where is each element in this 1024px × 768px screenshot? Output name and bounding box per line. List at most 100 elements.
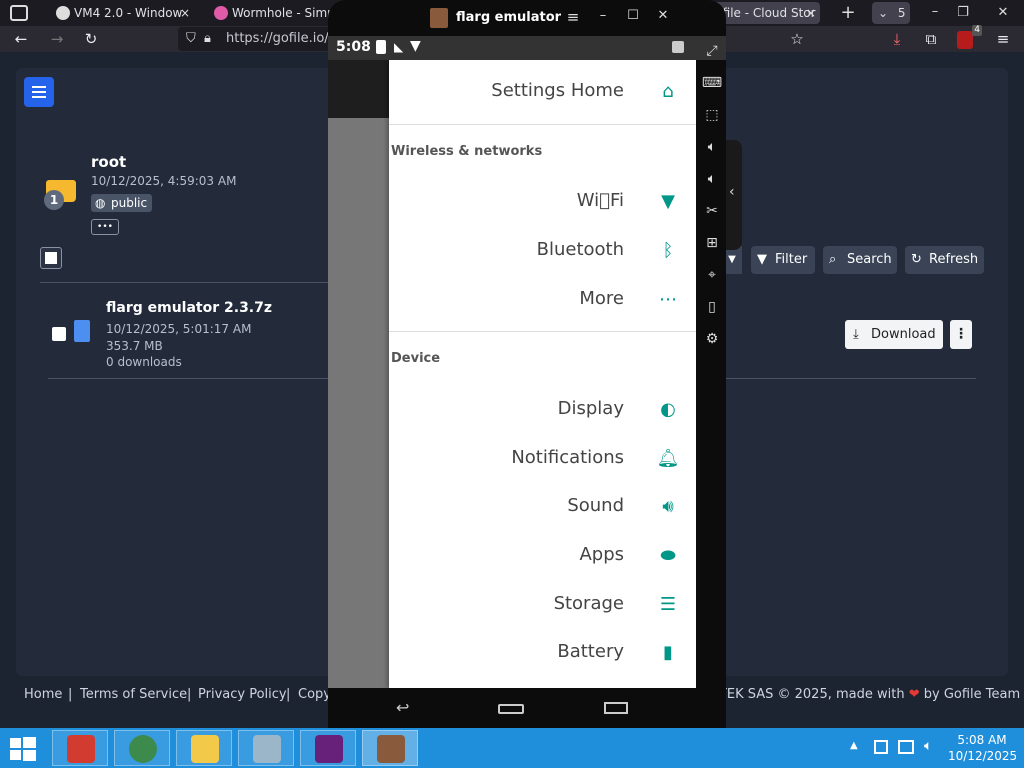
file-name[interactable]: flarg emulator 2.3.7z bbox=[106, 300, 272, 316]
taskbar-app-6[interactable] bbox=[362, 730, 418, 766]
search-button[interactable]: ⌕ Search bbox=[823, 246, 897, 274]
storage-icon[interactable]: ☰ bbox=[656, 593, 680, 617]
back-arrow-icon[interactable]: ← bbox=[10, 29, 32, 49]
network-error-icon[interactable] bbox=[874, 740, 888, 754]
footer-link-home[interactable]: Home bbox=[24, 680, 62, 710]
downloads-icon[interactable]: ⤓ bbox=[886, 29, 908, 49]
refresh-icon: ↻ bbox=[911, 252, 922, 267]
hamburger-icon-line bbox=[32, 91, 46, 93]
restore-window-button[interactable]: ❐ bbox=[952, 2, 974, 24]
drawer-item-wifi[interactable]: Wi Fi bbox=[577, 190, 624, 211]
brightness-icon[interactable]: ◐ bbox=[656, 398, 680, 422]
tab-list-icon[interactable] bbox=[10, 5, 28, 21]
drawer-item-sound[interactable]: Sound bbox=[567, 495, 624, 516]
fullscreen-icon[interactable]: ⤢ bbox=[701, 40, 723, 62]
android-back-icon[interactable]: ↩ bbox=[396, 698, 409, 717]
extensions-icon[interactable]: ⧉ bbox=[920, 29, 942, 49]
tab-label: VM4 2.0 - Window bbox=[74, 6, 183, 20]
taskbar-app-3[interactable] bbox=[176, 730, 232, 766]
drawer-item-battery[interactable]: Battery bbox=[557, 641, 624, 662]
taskbar-app-4[interactable] bbox=[238, 730, 294, 766]
tray-clock[interactable]: 5:08 AM 10/12/2025 bbox=[948, 732, 1017, 764]
reload-icon[interactable]: ↻ bbox=[80, 29, 102, 49]
visibility-badge: ◍ public bbox=[91, 194, 153, 212]
drawer-item-display[interactable]: Display bbox=[558, 398, 624, 419]
tab-overflow-button[interactable]: ⌄ 5 bbox=[872, 2, 910, 24]
bluetooth-icon[interactable]: ᛒ bbox=[656, 239, 680, 263]
volume-down-icon[interactable]: 🔈︎ bbox=[701, 168, 723, 190]
download-button[interactable]: ⤓ Download bbox=[845, 320, 943, 349]
section-device: Device bbox=[391, 351, 441, 366]
taskbar-app-2[interactable] bbox=[114, 730, 170, 766]
select-all-checkbox[interactable] bbox=[40, 247, 62, 269]
filter-button[interactable]: ▼ Filter bbox=[751, 246, 815, 274]
apk-install-icon[interactable]: ⬚ bbox=[701, 104, 723, 126]
taskbar-app-5[interactable] bbox=[300, 730, 356, 766]
more-dots-icon[interactable]: ⋯ bbox=[656, 288, 680, 312]
emulator-close-icon[interactable]: ✕ bbox=[654, 8, 672, 28]
add-window-icon[interactable]: ⊞ bbox=[701, 232, 723, 254]
display-icon[interactable] bbox=[898, 740, 914, 754]
android-icon[interactable]: ⬬ bbox=[656, 544, 680, 568]
close-window-button[interactable]: ✕ bbox=[992, 2, 1014, 24]
refresh-button[interactable]: ↻ Refresh bbox=[905, 246, 984, 274]
drawer-header-title[interactable]: Settings Home bbox=[491, 80, 624, 101]
background-scrim[interactable] bbox=[328, 60, 389, 688]
scissors-icon[interactable]: ✂ bbox=[701, 200, 723, 222]
flarg-app-icon bbox=[377, 735, 405, 763]
volume-icon[interactable]: 🔊︎ bbox=[656, 495, 680, 519]
android-status-bar: 5:08 ◣ ▼ bbox=[328, 36, 726, 60]
wifi-icon[interactable]: ▼ bbox=[656, 190, 680, 214]
android-home-icon[interactable] bbox=[498, 704, 524, 714]
battery-icon[interactable]: ▮ bbox=[656, 641, 680, 665]
folder-more-button[interactable]: ••• bbox=[91, 219, 119, 235]
minimize-window-button[interactable]: – bbox=[924, 2, 946, 24]
drawer-item-storage[interactable]: Storage bbox=[554, 593, 624, 614]
volume-up-icon[interactable]: 🔈︎ bbox=[701, 136, 723, 158]
shake-icon[interactable]: ▯ bbox=[701, 296, 723, 318]
forward-arrow-icon[interactable]: → bbox=[46, 29, 68, 49]
footer-link-privacy[interactable]: Privacy Policy bbox=[198, 680, 287, 710]
tray-expand-icon[interactable]: ▲ bbox=[850, 740, 858, 751]
start-button[interactable] bbox=[8, 736, 38, 762]
emulator-minimize-icon[interactable]: – bbox=[594, 8, 612, 28]
chevron-left-icon: ‹ bbox=[729, 184, 735, 200]
drawer-item-bluetooth[interactable]: Bluetooth bbox=[537, 239, 624, 260]
volume-muted-icon[interactable]: 🔈︎ bbox=[924, 738, 932, 754]
settings-gear-icon[interactable]: ⚙ bbox=[701, 328, 723, 350]
footer-link-tos[interactable]: Terms of Service bbox=[80, 680, 187, 710]
emulator-title: flarg emulator bbox=[456, 10, 562, 25]
ublock-icon[interactable]: 4 bbox=[954, 25, 982, 49]
download-icon: ⤓ bbox=[853, 327, 859, 342]
close-icon[interactable]: × bbox=[180, 2, 190, 24]
collapse-toolbar-tab[interactable]: ‹ bbox=[726, 140, 742, 250]
home-icon[interactable]: ⌂ bbox=[656, 80, 680, 104]
bell-icon[interactable]: 🔔︎ bbox=[656, 447, 680, 471]
emulator-maximize-icon[interactable]: ☐ bbox=[624, 8, 642, 28]
heart-icon: ❤ bbox=[908, 687, 920, 702]
url-bar[interactable]: ⛉ 🔒︎ https://gofile.io/d bbox=[178, 27, 338, 51]
filter-label: Filter bbox=[775, 252, 808, 267]
hamburger-menu-icon[interactable]: ≡ bbox=[992, 29, 1014, 49]
file-more-button[interactable]: ⋮ bbox=[950, 320, 972, 349]
tab-vm4[interactable]: VM4 2.0 - Window × bbox=[50, 2, 194, 24]
tab-wormhole[interactable]: Wormhole - Simpl bbox=[208, 2, 332, 24]
drawer-item-apps[interactable]: Apps bbox=[579, 544, 624, 565]
chevron-down-icon: ⌄ bbox=[878, 6, 889, 20]
keyboard-icon[interactable]: ⌨ bbox=[701, 72, 723, 94]
emulator-menu-icon[interactable]: ≡ bbox=[564, 8, 582, 28]
sidebar-menu-button[interactable] bbox=[24, 77, 54, 107]
file-checkbox[interactable] bbox=[52, 327, 66, 341]
footer-by-text: by Gofile Team bbox=[923, 687, 1021, 702]
drawer-item-notifications[interactable]: Notifications bbox=[511, 447, 624, 468]
drawer-item-more[interactable]: More bbox=[579, 288, 624, 309]
new-tab-button[interactable]: + bbox=[836, 2, 860, 24]
footer-link-copy[interactable]: Copy bbox=[298, 680, 331, 710]
bookmark-star-icon[interactable]: ☆ bbox=[786, 29, 808, 49]
location-icon[interactable]: ⌖ bbox=[701, 264, 723, 286]
divider bbox=[48, 378, 328, 379]
windows-logo-icon bbox=[10, 738, 21, 748]
taskbar-app-1[interactable] bbox=[52, 730, 108, 766]
android-recents-icon[interactable] bbox=[604, 702, 628, 714]
close-icon[interactable]: × bbox=[806, 2, 816, 24]
